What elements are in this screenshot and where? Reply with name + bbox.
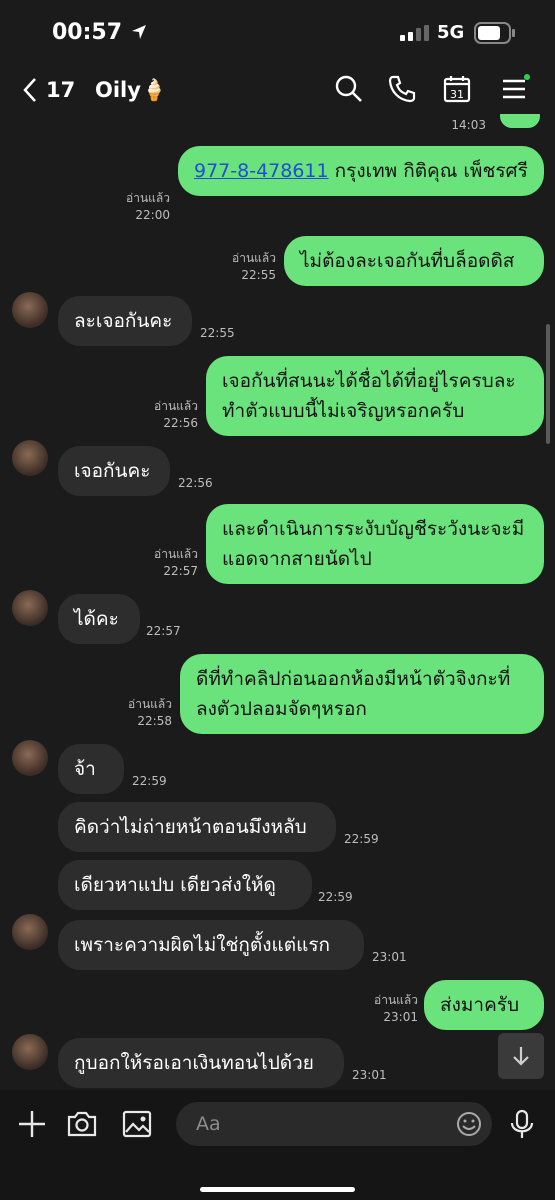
read-receipt: อ่านแล้ว 22:00 <box>126 191 170 222</box>
message-time: 22:59 <box>132 774 167 788</box>
phone-icon[interactable] <box>387 74 417 104</box>
scrollbar[interactable] <box>546 324 550 444</box>
chat-header: 17 Oily🍦 31 <box>0 68 555 114</box>
partial-message <box>500 114 540 128</box>
avatar[interactable] <box>12 440 48 476</box>
incoming-message[interactable]: เพราะความผิดไม่ใช่กูตั้งแต่แรก <box>58 920 364 970</box>
camera-icon[interactable] <box>66 1108 98 1140</box>
status-bar: 00:57 5G <box>0 0 555 68</box>
chat-title[interactable]: Oily🍦 <box>95 78 167 103</box>
composer-bar: Aa <box>0 1090 555 1200</box>
image-icon[interactable] <box>121 1108 153 1140</box>
microphone-icon[interactable] <box>506 1108 538 1140</box>
message-list[interactable]: 14:03 อ่านแล้ว 22:00 977-8-478611 กรุงเทพ… <box>0 114 555 1090</box>
message-input[interactable]: Aa <box>176 1102 492 1146</box>
avatar[interactable] <box>12 590 48 626</box>
message-time: 14:03 <box>451 118 486 132</box>
read-receipt: อ่านแล้ว 22:55 <box>232 251 276 282</box>
signal-icon <box>400 25 429 41</box>
message-time: 23:01 <box>352 1068 387 1082</box>
status-time: 00:57 <box>52 20 148 45</box>
location-arrow-icon <box>131 25 146 39</box>
plus-icon[interactable] <box>16 1108 48 1140</box>
outgoing-message[interactable]: 977-8-478611 กรุงเทพ กิติคุณ เพ็ชรศรี <box>178 146 544 196</box>
read-receipt: อ่านแล้ว 23:01 <box>374 993 418 1024</box>
outgoing-message[interactable]: เจอกันที่สนนะได้ชื่อได้ที่อยู่ไรครบละทำต… <box>206 356 544 436</box>
message-time: 23:01 <box>372 950 407 964</box>
outgoing-message[interactable]: ไม่ต้องละเจอกันที่บล็อดดิส <box>284 236 544 286</box>
menu-icon[interactable] <box>500 74 530 104</box>
message-time: 22:56 <box>178 476 213 490</box>
unread-count[interactable]: 17 <box>46 78 75 102</box>
message-time: 22:59 <box>318 890 353 904</box>
incoming-message[interactable]: เดียวหาแปบ เดียวส่งให้ดู <box>58 860 312 910</box>
message-time: 22:55 <box>200 326 235 340</box>
incoming-message[interactable]: เจอกันคะ <box>58 446 170 496</box>
arrow-down-icon <box>513 1047 529 1066</box>
message-time: 22:57 <box>146 624 181 638</box>
avatar[interactable] <box>12 740 48 776</box>
incoming-message[interactable]: จ้า <box>58 744 124 794</box>
calendar-icon[interactable]: 31 <box>442 74 472 104</box>
avatar[interactable] <box>12 914 48 950</box>
chevron-left-icon <box>23 78 36 102</box>
outgoing-message[interactable]: ส่งมาครับ <box>424 980 544 1030</box>
incoming-message[interactable]: ได้คะ <box>58 594 140 644</box>
outgoing-message[interactable]: และดำเนินการระงับบัญชีระวังนะจะมีแอดจากส… <box>206 504 544 584</box>
read-receipt: อ่านแล้ว 22:58 <box>128 697 172 728</box>
svg-text:31: 31 <box>450 88 464 101</box>
message-input-placeholder: Aa <box>196 1113 221 1135</box>
network-label: 5G <box>437 22 465 43</box>
scroll-to-bottom-button[interactable] <box>498 1033 544 1079</box>
incoming-message[interactable]: ละเจอกันคะ <box>58 296 192 346</box>
read-receipt: อ่านแล้ว 22:56 <box>154 399 198 430</box>
message-time: 22:59 <box>344 832 379 846</box>
outgoing-message[interactable]: ดีที่ทำคลิปก่อนออกห้องมีหน้าตัวจิงกะที่ล… <box>180 654 544 734</box>
avatar[interactable] <box>12 1034 48 1070</box>
battery-icon <box>474 22 515 44</box>
read-receipt: อ่านแล้ว 22:57 <box>154 547 198 578</box>
account-number-link[interactable]: 977-8-478611 <box>194 160 329 182</box>
back-button[interactable] <box>22 76 38 111</box>
avatar[interactable] <box>12 292 48 328</box>
search-icon[interactable] <box>334 74 364 104</box>
emoji-icon[interactable] <box>456 1111 482 1137</box>
incoming-message[interactable]: คิดว่าไม่ถ่ายหน้าตอนมึงหลับ <box>58 802 336 852</box>
incoming-message[interactable]: กูบอกให้รอเอาเงินทอนไปด้วย <box>58 1038 344 1088</box>
home-indicator <box>200 1187 355 1192</box>
